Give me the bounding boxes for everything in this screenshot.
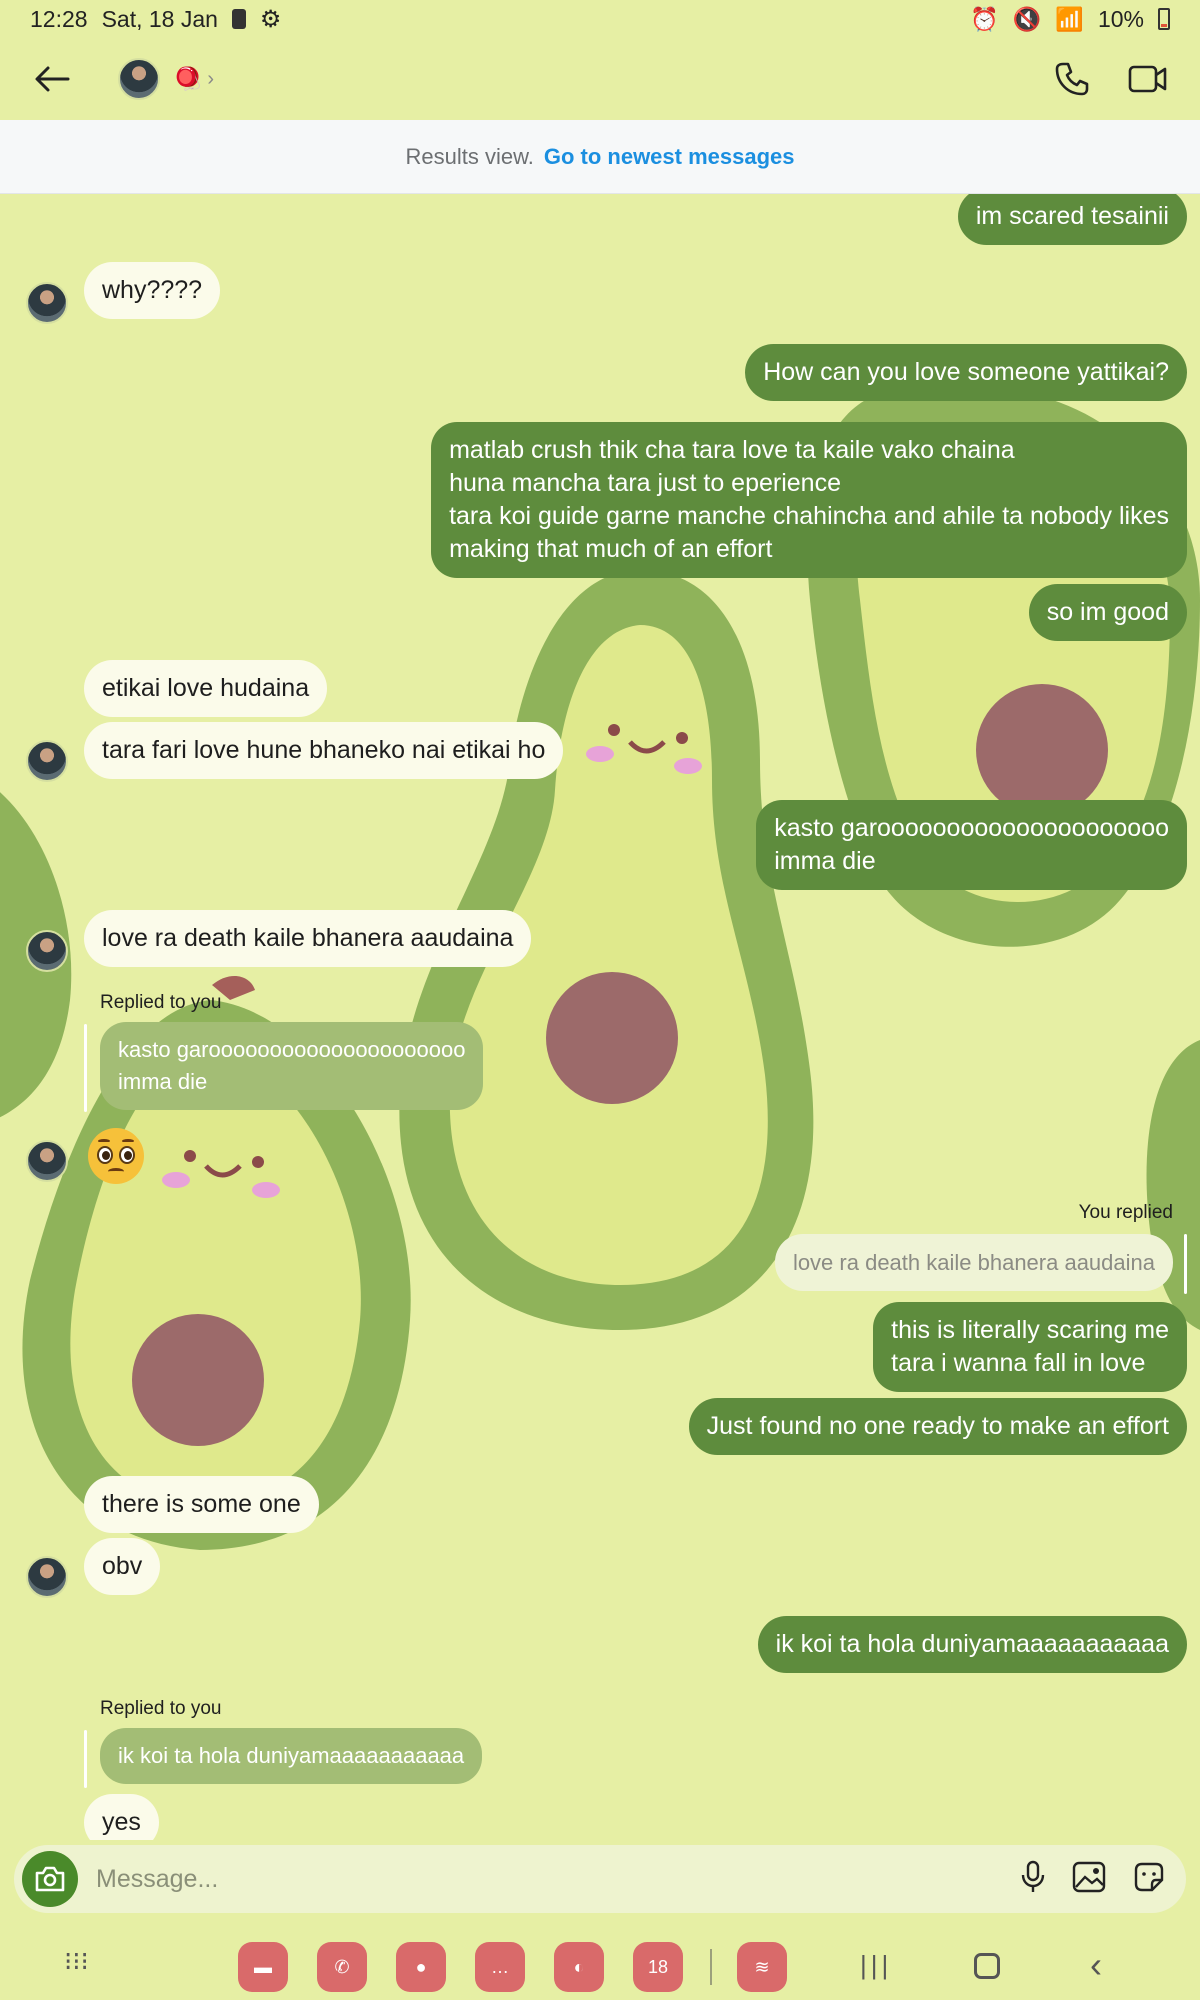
message-composer [14,1845,1186,1913]
quoted-message[interactable]: kasto garooooooooooooooooooooo imma die [100,1022,484,1110]
contact-avatar[interactable] [118,58,160,100]
home-icon[interactable] [974,1953,1000,1979]
recents-icon[interactable]: ||| [860,1950,892,1981]
contact-avatar[interactable] [26,930,68,972]
reply-label: You replied [1078,1202,1173,1223]
message-line: making that much of an effort [449,535,773,563]
quoted-line: love ra death kaile bhanera aaudaina [792,1250,1155,1275]
contact-name-button[interactable]: 🪀 › [174,66,214,92]
message-outgoing[interactable]: matlab crush thik cha tara love ta kaile… [431,422,1187,578]
settings-gear-icon: ⚙ [259,5,282,33]
contact-name: 🪀 [174,66,202,91]
wifi-icon: 📶 [1055,5,1084,32]
message-incoming[interactable]: love ra death kaile bhanera aaudaina [84,910,532,967]
video-call-icon[interactable] [1120,51,1176,107]
message-text: How can you love someone yattikai? [763,358,1169,386]
chevron-right-icon: › [207,67,215,90]
reply-indicator-bar [84,1024,87,1112]
message-line: huna mancha tara just to eperience [449,469,841,497]
message-incoming[interactable]: yes [84,1794,159,1840]
message-text: there is some one [102,1490,301,1518]
message-outgoing[interactable]: How can you love someone yattikai? [745,344,1187,401]
system-navigation-bar: ⁝⁝⁝ [0,1922,1200,2000]
message-text: obv [102,1552,143,1580]
status-left: 12:28 Sat, 18 Jan ⚙ [30,5,281,34]
camera-icon[interactable] [22,1851,78,1907]
message-text: so im good [1046,598,1169,626]
message-line: kasto garooooooooooooooooooooo [774,814,1169,842]
message-outgoing[interactable]: this is literally scaring me tara i wann… [873,1302,1187,1392]
message-line: tara koi guide garne manche chahincha an… [449,502,1169,530]
message-line: imma die [774,847,876,875]
status-right: ⏰ 🔇 📶 10% [970,6,1170,33]
message-line: matlab crush thik cha tara love ta kaile… [449,436,1015,464]
pleading-face-emoji[interactable] [88,1128,144,1184]
message-outgoing[interactable]: Just found no one ready to make an effor… [688,1398,1187,1455]
phone-icon[interactable] [1044,51,1100,107]
message-text: etikai love hudaina [102,674,310,702]
notification-icon [231,9,246,29]
battery-icon [1158,8,1170,30]
contact-avatar[interactable] [26,740,68,782]
contact-avatar[interactable] [26,282,68,324]
quoted-line: kasto garooooooooooooooooooooo [118,1037,466,1062]
quoted-message[interactable]: love ra death kaile bhanera aaudaina [774,1234,1173,1291]
go-to-newest-messages-link[interactable]: Go to newest messages [544,144,795,170]
message-text: yes [102,1808,141,1836]
contact-avatar[interactable] [26,1140,68,1182]
message-incoming[interactable]: etikai love hudaina [84,660,328,717]
message-text: why???? [102,276,203,304]
contact-avatar[interactable] [26,1556,68,1598]
message-text: ik koi ta hola duniyamaaaaaaaaaaa [775,1630,1169,1658]
status-bar: 12:28 Sat, 18 Jan ⚙ ⏰ 🔇 📶 10% [0,0,1200,38]
message-line: tara i wanna fall in love [891,1349,1146,1377]
microphone-icon[interactable] [1020,1860,1046,1899]
gallery-icon[interactable] [1072,1861,1106,1898]
mute-icon: 🔇 [1012,5,1042,32]
reply-label: Replied to you [100,1698,222,1719]
composer-actions [1020,1860,1166,1899]
message-text: love ra death kaile bhanera aaudaina [102,924,514,952]
date: Sat, 18 Jan [101,5,218,32]
reply-label: Replied to you [100,992,222,1013]
results-view-label: Results view. [405,143,534,169]
message-outgoing[interactable]: im scared tesainii [957,194,1187,245]
results-view-banner: Results view. Go to newest messages [0,120,1200,194]
message-text: Just found no one ready to make an effor… [706,1412,1169,1440]
alarm-icon: ⏰ [970,5,999,32]
reply-indicator-bar [1184,1234,1187,1294]
emoji-eye [97,1146,113,1164]
emoji-brow [98,1139,110,1143]
message-outgoing[interactable]: ik koi ta hola duniyamaaaaaaaaaaa [757,1616,1187,1673]
battery-percent: 10% [1097,5,1144,32]
message-incoming[interactable]: tara fari love hune bhaneko nai etikai h… [84,722,564,779]
message-outgoing[interactable]: so im good [1028,584,1187,641]
header-actions [1044,51,1176,107]
message-outgoing[interactable]: kasto garooooooooooooooooooooo imma die [756,800,1187,890]
message-line: this is literally scaring me [891,1316,1169,1344]
message-incoming[interactable]: there is some one [84,1476,319,1533]
emoji-brow [122,1139,134,1143]
quoted-message[interactable]: ik koi ta hola duniyamaaaaaaaaaaa [100,1728,483,1784]
message-input[interactable] [96,1864,1020,1894]
back-arrow-icon[interactable] [24,51,80,107]
back-icon[interactable]: ‹ [1090,1944,1102,1986]
clock: 12:28 [30,5,88,32]
emoji-mouth [108,1168,124,1175]
sticker-icon[interactable] [1132,1860,1166,1899]
message-thread[interactable]: im scared tesainii why???? How can you l… [0,194,1200,1840]
message-incoming[interactable]: why???? [84,262,221,319]
chat-header: 🪀 › [0,38,1200,120]
quoted-line: ik koi ta hola duniyamaaaaaaaaaaa [118,1743,465,1768]
emoji-eye [119,1146,135,1164]
quoted-line: imma die [118,1069,208,1094]
message-incoming[interactable]: obv [84,1538,161,1595]
message-text: im scared tesainii [975,202,1169,230]
reply-indicator-bar [84,1730,87,1788]
message-text: tara fari love hune bhaneko nai etikai h… [102,736,546,764]
app-drawer-icon[interactable]: ⁝⁝⁝ [64,1946,89,1977]
